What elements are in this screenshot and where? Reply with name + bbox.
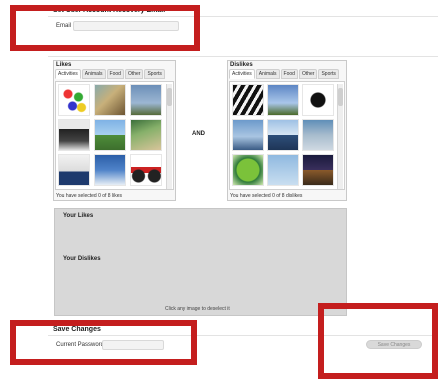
likes-tabs: Activities Animals Food Other Sports [54, 69, 175, 79]
image-ball[interactable] [232, 154, 264, 186]
likes-title: Likes [56, 62, 72, 68]
tab-other[interactable]: Other [298, 69, 318, 79]
dislikes-scroll-thumb[interactable] [338, 88, 343, 106]
image-snow[interactable] [94, 154, 126, 186]
image-tent[interactable] [302, 154, 334, 186]
highlight-box [318, 303, 438, 379]
image-sail[interactable] [302, 119, 334, 151]
selection-summary: Your Likes Your Dislikes Click any image… [54, 208, 347, 316]
tab-other[interactable]: Other [124, 69, 144, 79]
image-gymnast[interactable] [302, 84, 334, 116]
dislikes-image-grid [229, 81, 345, 190]
tab-activities[interactable]: Activities [55, 69, 81, 79]
dislikes-tabs: Activities Animals Food Other Sports [228, 69, 346, 79]
image-bird[interactable] [267, 154, 299, 186]
tab-food[interactable]: Food [106, 69, 124, 79]
and-label: AND [192, 131, 205, 137]
image-sailor[interactable] [58, 154, 90, 186]
tab-animals[interactable]: Animals [255, 69, 280, 79]
likes-scrollbar[interactable] [166, 84, 172, 189]
tab-animals[interactable]: Animals [81, 69, 106, 79]
dislikes-scrollbar[interactable] [337, 84, 343, 189]
image-flower-balls[interactable] [58, 84, 90, 116]
highlight-box [10, 5, 200, 51]
image-dog[interactable] [94, 84, 126, 116]
image-hand[interactable] [232, 119, 264, 151]
image-hand[interactable] [130, 119, 162, 151]
dislikes-panel: Dislikes Activities Animals Food Other S… [227, 60, 347, 201]
dislikes-status: You have selected 0 of 8 dislikes [230, 193, 303, 199]
image-motorcycle[interactable] [130, 154, 162, 186]
tab-sports[interactable]: Sports [318, 69, 339, 79]
likes-scroll-thumb[interactable] [167, 88, 172, 106]
image-sky[interactable] [267, 84, 299, 116]
likes-image-grid [55, 81, 174, 190]
image-boat[interactable] [267, 119, 299, 151]
your-likes-heading: Your Likes [63, 213, 94, 219]
your-dislikes-heading: Your Dislikes [63, 256, 101, 262]
divider [48, 56, 438, 57]
image-chess[interactable] [58, 119, 90, 151]
image-piano[interactable] [232, 84, 264, 116]
image-plane[interactable] [130, 84, 162, 116]
image-field[interactable] [94, 119, 126, 151]
deselect-hint: Click any image to deselect it [165, 306, 230, 312]
likes-status: You have selected 0 of 8 likes [56, 193, 122, 199]
likes-panel: Likes Activities Animals Food Other Spor… [53, 60, 176, 201]
tab-activities[interactable]: Activities [229, 69, 255, 79]
dislikes-title: Dislikes [230, 62, 253, 68]
highlight-box [10, 320, 197, 365]
tab-food[interactable]: Food [280, 69, 298, 79]
tab-sports[interactable]: Sports [144, 69, 165, 79]
